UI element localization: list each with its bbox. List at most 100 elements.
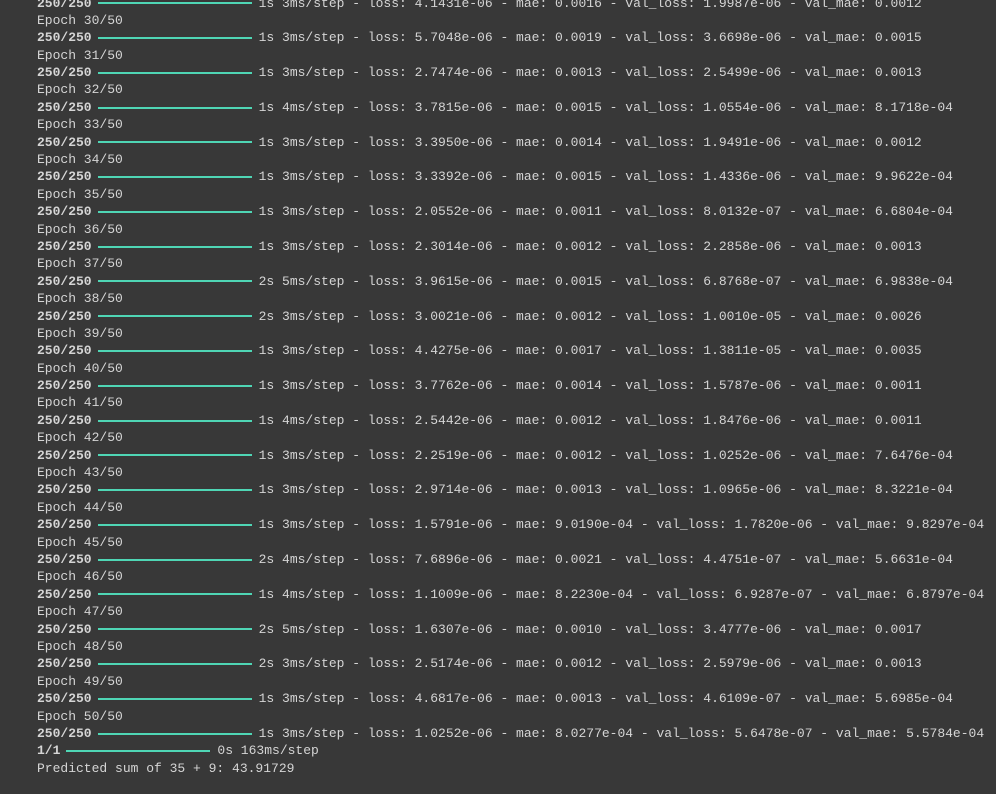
step-progress-count: 250/250	[37, 691, 92, 707]
step-progress-count: 250/250	[37, 204, 92, 220]
epoch-label: Epoch 44/50	[37, 499, 123, 515]
step-progress-count: 250/250	[37, 308, 92, 324]
epoch-line: Epoch 32/50	[37, 81, 996, 98]
progress-bar	[97, 71, 252, 74]
predict-step-line: 1/1 0s 163ms/step	[37, 742, 996, 759]
step-progress-count: 250/250	[37, 378, 92, 394]
step-metrics: 1s 3ms/step - loss: 4.4275e-06 - mae: 0.…	[258, 343, 922, 359]
step-metrics: 1s 3ms/step - loss: 1.5791e-06 - mae: 9.…	[258, 517, 985, 533]
epoch-label: Epoch 39/50	[37, 325, 123, 341]
training-step-line: 250/250 2s 5ms/step - loss: 1.6307e-06 - …	[37, 621, 996, 638]
step-progress-count: 250/250	[37, 621, 92, 637]
epoch-line: Epoch 50/50	[37, 708, 996, 725]
step-metrics: 1s 3ms/step - loss: 3.3392e-06 - mae: 0.…	[258, 169, 953, 185]
step-metrics: 2s 5ms/step - loss: 1.6307e-06 - mae: 0.…	[258, 621, 922, 637]
progress-bar	[97, 350, 252, 352]
progress-bar	[97, 454, 252, 457]
step-progress-count: 250/250	[37, 134, 92, 150]
training-step-line: 250/250 2s 3ms/step - loss: 3.0021e-06 - …	[37, 308, 996, 325]
step-metrics: 2s 4ms/step - loss: 7.6896e-06 - mae: 0.…	[258, 552, 953, 567]
epoch-line: Epoch 43/50	[37, 464, 996, 481]
training-step-line: 250/250 2s 5ms/step - loss: 3.9615e-06 - …	[37, 273, 996, 290]
step-progress-count: 250/250	[37, 552, 92, 567]
step-progress-count: 250/250	[37, 65, 92, 81]
epoch-line: Epoch 45/50	[37, 534, 996, 551]
training-step-line: 250/250 1s 3ms/step - loss: 1.5791e-06 - …	[37, 516, 996, 533]
epoch-label: Epoch 34/50	[37, 152, 123, 168]
training-step-line: 250/250 2s 3ms/step - loss: 2.5174e-06 - …	[37, 655, 996, 672]
step-metrics: 1s 3ms/step - loss: 1.0252e-06 - mae: 8.…	[258, 725, 985, 741]
progress-bar	[97, 628, 252, 631]
prediction-text: Predicted sum of 35 + 9: 43.91729	[37, 760, 295, 776]
step-metrics: 1s 3ms/step - loss: 3.3950e-06 - mae: 0.…	[258, 134, 922, 150]
epoch-line: Epoch 30/50	[37, 12, 996, 29]
step-metrics: 1s 3ms/step - loss: 2.9714e-06 - mae: 0.…	[258, 482, 953, 498]
epoch-label: Epoch 33/50	[37, 117, 123, 133]
step-progress-count: 1/1	[37, 743, 61, 759]
progress-bar	[97, 732, 252, 735]
training-step-line: 250/250 2s 4ms/step - loss: 7.6896e-06 - …	[37, 551, 996, 568]
epoch-line: Epoch 49/50	[37, 673, 996, 690]
training-step-line: 250/250 1s 3ms/step - loss: 3.3392e-06 - …	[37, 168, 996, 185]
step-progress-count: 250/250	[37, 0, 92, 11]
step-metrics: 1s 3ms/step - loss: 2.0552e-06 - mae: 0.…	[258, 204, 953, 220]
training-step-line: 250/250 1s 3ms/step - loss: 2.3014e-06 - …	[37, 238, 996, 255]
training-step-line: 250/250 1s 3ms/step - loss: 4.6817e-06 - …	[37, 690, 996, 707]
epoch-label: Epoch 38/50	[37, 291, 123, 307]
step-progress-count: 250/250	[37, 586, 92, 602]
epoch-label: Epoch 40/50	[37, 360, 123, 376]
step-metrics: 1s 3ms/step - loss: 3.7762e-06 - mae: 0.…	[258, 378, 922, 394]
progress-bar	[97, 523, 252, 526]
training-step-line: 250/250 1s 4ms/step - loss: 2.5442e-06 - …	[37, 412, 996, 429]
training-step-line: 250/250 1s 3ms/step - loss: 3.3950e-06 - …	[37, 134, 996, 151]
progress-bar	[97, 384, 252, 387]
step-progress-count: 250/250	[37, 343, 92, 359]
progress-bar	[97, 280, 252, 283]
epoch-line: Epoch 41/50	[37, 394, 996, 411]
epoch-label: Epoch 48/50	[37, 638, 123, 654]
epoch-label: Epoch 35/50	[37, 186, 123, 202]
step-metrics: 2s 5ms/step - loss: 3.9615e-06 - mae: 0.…	[258, 273, 953, 289]
step-progress-count: 250/250	[37, 30, 92, 46]
progress-bar	[97, 558, 252, 561]
epoch-line: Epoch 35/50	[37, 186, 996, 203]
step-progress-count: 250/250	[37, 238, 92, 254]
epoch-label: Epoch 45/50	[37, 534, 123, 550]
progress-bar	[97, 697, 252, 700]
training-step-line: 250/250 1s 3ms/step - loss: 5.7048e-06 - …	[37, 29, 996, 46]
progress-bar	[66, 749, 211, 752]
epoch-label: Epoch 47/50	[37, 604, 123, 620]
epoch-line: Epoch 47/50	[37, 603, 996, 620]
console-output: 250/250 1s 3ms/step - loss: 4.1431e-06 - …	[37, 0, 996, 777]
step-metrics: 1s 3ms/step - loss: 2.7474e-06 - mae: 0.…	[258, 65, 922, 81]
progress-bar	[97, 593, 252, 596]
progress-bar	[97, 419, 252, 422]
progress-bar	[97, 2, 252, 5]
training-step-line: 250/250 1s 3ms/step - loss: 4.4275e-06 - …	[37, 342, 996, 359]
epoch-line: Epoch 34/50	[37, 151, 996, 168]
epoch-label: Epoch 49/50	[37, 673, 123, 689]
training-step-line: 250/250 1s 3ms/step - loss: 4.1431e-06 - …	[37, 0, 996, 12]
epoch-line: Epoch 38/50	[37, 290, 996, 307]
epoch-label: Epoch 31/50	[37, 47, 123, 63]
progress-bar	[97, 210, 252, 213]
epoch-label: Epoch 43/50	[37, 465, 123, 481]
step-progress-count: 250/250	[37, 482, 92, 498]
training-step-line: 250/250 1s 3ms/step - loss: 1.0252e-06 - …	[37, 725, 996, 742]
step-metrics: 1s 3ms/step - loss: 4.6817e-06 - mae: 0.…	[258, 691, 953, 707]
step-metrics: 1s 4ms/step - loss: 1.1009e-06 - mae: 8.…	[258, 586, 985, 602]
step-progress-count: 250/250	[37, 447, 92, 463]
step-metrics: 1s 3ms/step - loss: 4.1431e-06 - mae: 0.…	[258, 0, 922, 11]
training-step-line: 250/250 1s 3ms/step - loss: 2.0552e-06 - …	[37, 203, 996, 220]
epoch-line: Epoch 48/50	[37, 638, 996, 655]
step-metrics: 2s 3ms/step - loss: 2.5174e-06 - mae: 0.…	[258, 656, 922, 672]
epoch-label: Epoch 30/50	[37, 12, 123, 28]
step-metrics: 2s 3ms/step - loss: 3.0021e-06 - mae: 0.…	[258, 308, 922, 324]
step-metrics: 1s 4ms/step - loss: 2.5442e-06 - mae: 0.…	[258, 412, 922, 428]
progress-bar	[97, 106, 252, 109]
training-step-line: 250/250 1s 3ms/step - loss: 3.7762e-06 - …	[37, 377, 996, 394]
epoch-label: Epoch 42/50	[37, 430, 123, 446]
training-step-line: 250/250 1s 4ms/step - loss: 3.7815e-06 - …	[37, 99, 996, 116]
step-progress-count: 250/250	[37, 517, 92, 533]
step-metrics: 1s 3ms/step - loss: 2.2519e-06 - mae: 0.…	[258, 447, 953, 463]
